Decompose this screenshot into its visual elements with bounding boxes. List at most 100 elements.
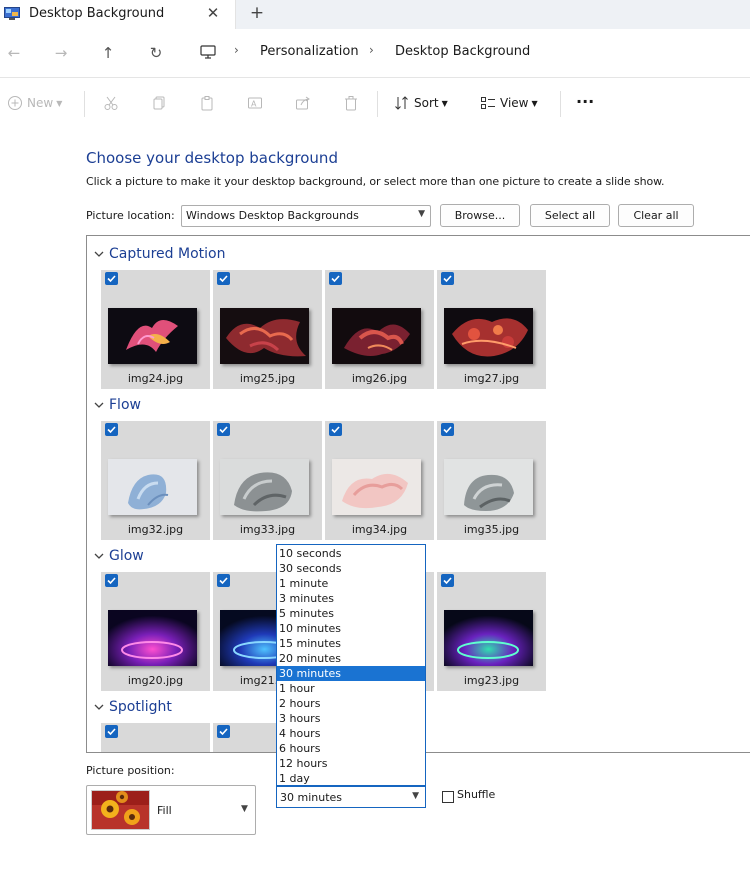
computer-icon [200, 45, 216, 59]
picture-tile[interactable]: img27.jpg [437, 270, 546, 389]
group-name: Glow [109, 548, 144, 564]
chevron-down-icon [94, 704, 104, 710]
share-button[interactable] [295, 95, 311, 113]
picture-position-label: Picture position: [86, 764, 175, 777]
chevron-down-icon: ▼ [418, 209, 425, 219]
interval-option[interactable]: 30 seconds [277, 561, 425, 576]
interval-option[interactable]: 1 hour [277, 681, 425, 696]
tab-strip: Desktop Background ✕ + [0, 0, 750, 29]
picture-filename: img26.jpg [351, 372, 408, 385]
checkbox-checked-icon[interactable] [105, 574, 118, 587]
page-title: Choose your desktop background [86, 149, 338, 167]
shuffle-checkbox[interactable] [442, 791, 454, 803]
picture-filename: img23.jpg [463, 674, 520, 687]
divider [560, 91, 561, 117]
sort-label: Sort [414, 96, 439, 110]
cut-button[interactable] [103, 95, 119, 113]
refresh-icon[interactable]: ↻ [146, 43, 166, 63]
picture-filename: img33.jpg [239, 523, 296, 536]
picture-filename: img27.jpg [463, 372, 520, 385]
breadcrumb-desktop-background[interactable]: Desktop Background [395, 44, 530, 59]
new-label: New [27, 96, 54, 110]
clipboard-icon [201, 96, 213, 111]
picture-tile[interactable]: img34.jpg [325, 421, 434, 540]
back-arrow-icon[interactable]: ← [4, 43, 24, 63]
picture-tile[interactable]: img26.jpg [325, 270, 434, 389]
checkbox-checked-icon[interactable] [105, 272, 118, 285]
chevron-down-icon: ▼ [531, 98, 538, 108]
rename-button[interactable]: A [247, 95, 263, 113]
interval-option[interactable]: 3 minutes [277, 591, 425, 606]
forward-arrow-icon[interactable]: → [51, 43, 71, 63]
checkbox-checked-icon[interactable] [217, 272, 230, 285]
picture-tile[interactable]: img33.jpg [213, 421, 322, 540]
interval-option[interactable]: 4 hours [277, 726, 425, 741]
address-bar[interactable]: › Personalization › Desktop Background [187, 37, 750, 69]
checkbox-checked-icon[interactable] [217, 725, 230, 738]
chevron-down-icon: ▼ [241, 804, 248, 814]
chevron-down-icon [94, 402, 104, 408]
interval-option[interactable]: 20 minutes [277, 651, 425, 666]
interval-option[interactable]: 15 minutes [277, 636, 425, 651]
wallpaper-thumbnail [444, 610, 533, 666]
interval-option[interactable]: 1 day [277, 771, 425, 786]
interval-dropdown-list[interactable]: 10 seconds 30 seconds 1 minute 3 minutes 5 m… [276, 544, 426, 786]
tab-desktop-background[interactable]: Desktop Background ✕ [0, 0, 236, 29]
new-tab-button[interactable]: + [248, 4, 266, 22]
interval-option[interactable]: 2 hours [277, 696, 425, 711]
checkbox-checked-icon[interactable] [105, 725, 118, 738]
new-button[interactable]: New ▼ [7, 95, 62, 113]
interval-option[interactable]: 10 seconds [277, 546, 425, 561]
delete-button[interactable] [343, 95, 359, 113]
checkbox-checked-icon[interactable] [441, 272, 454, 285]
picture-tile[interactable]: img25.jpg [213, 270, 322, 389]
picture-tile[interactable]: img35.jpg [437, 421, 546, 540]
copy-button[interactable] [151, 95, 167, 113]
divider [84, 91, 85, 117]
checkbox-checked-icon[interactable] [105, 423, 118, 436]
interval-option[interactable]: 1 minute [277, 576, 425, 591]
checkbox-checked-icon[interactable] [329, 423, 342, 436]
shuffle-label[interactable]: Shuffle [457, 788, 495, 801]
chevron-right-icon[interactable]: › [369, 43, 374, 57]
checkbox-checked-icon[interactable] [441, 574, 454, 587]
checkbox-checked-icon[interactable] [217, 574, 230, 587]
checkbox-checked-icon[interactable] [329, 272, 342, 285]
plus-circle-icon [8, 96, 22, 110]
more-options-button[interactable]: ··· [576, 92, 594, 111]
picture-location-select[interactable]: Windows Desktop Backgrounds ▼ [181, 205, 431, 227]
sort-button[interactable]: Sort ▼ [394, 95, 448, 113]
picture-tile[interactable]: img20.jpg [101, 572, 210, 691]
paste-button[interactable] [199, 95, 215, 113]
interval-value: 30 minutes [280, 791, 343, 804]
wallpaper-thumbnail [108, 459, 197, 515]
checkbox-checked-icon[interactable] [441, 423, 454, 436]
picture-tile[interactable] [101, 723, 210, 752]
interval-option[interactable]: 3 hours [277, 711, 425, 726]
interval-option[interactable]: 30 minutes [277, 666, 425, 681]
close-icon[interactable]: ✕ [204, 4, 222, 22]
up-arrow-icon[interactable]: ↑ [98, 43, 118, 63]
interval-option[interactable]: 6 hours [277, 741, 425, 756]
checkbox-checked-icon[interactable] [217, 423, 230, 436]
svg-text:A: A [251, 100, 257, 109]
picture-tile[interactable]: img24.jpg [101, 270, 210, 389]
chevron-right-icon[interactable]: › [234, 43, 239, 57]
view-button[interactable]: View ▼ [480, 95, 538, 113]
chevron-down-icon [94, 251, 104, 257]
divider [377, 91, 378, 117]
picture-tile[interactable]: img32.jpg [101, 421, 210, 540]
interval-option[interactable]: 10 minutes [277, 621, 425, 636]
picture-tile[interactable]: img23.jpg [437, 572, 546, 691]
select-all-button[interactable]: Select all [530, 204, 610, 227]
breadcrumb-personalization[interactable]: Personalization [260, 44, 359, 59]
picture-position-select[interactable]: Fill ▼ [86, 785, 256, 835]
clear-all-button[interactable]: Clear all [618, 204, 694, 227]
change-picture-interval-select[interactable]: 30 minutes ▼ [276, 786, 426, 808]
interval-option[interactable]: 5 minutes [277, 606, 425, 621]
trash-icon [345, 96, 357, 111]
interval-option[interactable]: 12 hours [277, 756, 425, 771]
chevron-down-icon: ▼ [412, 791, 419, 801]
browse-button[interactable]: Browse... [440, 204, 520, 227]
picture-filename: img20.jpg [127, 674, 184, 687]
